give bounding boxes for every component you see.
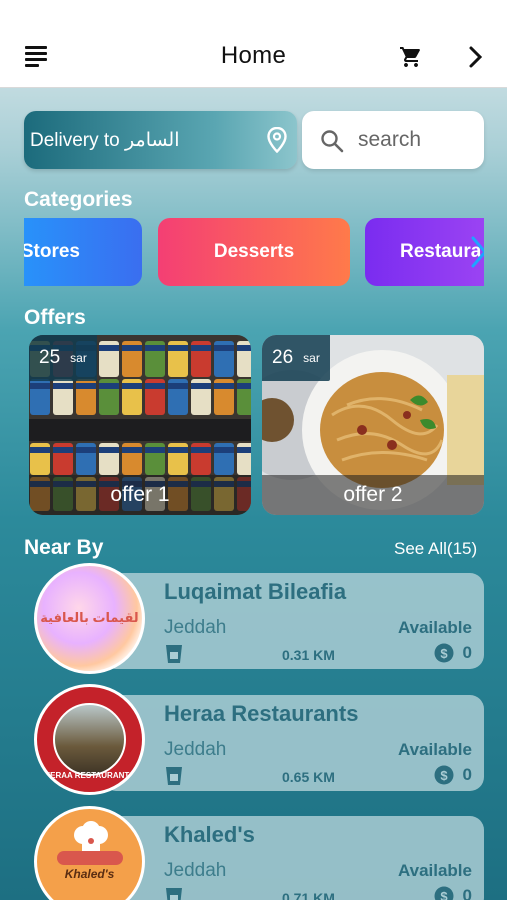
nearby-heading: Near By [24, 536, 104, 559]
restaurant-logo: لقيمات بالعافية [34, 563, 145, 674]
cup-icon [166, 888, 182, 900]
delivery-fee: 0 [462, 643, 472, 662]
category-stores[interactable]: Stores [24, 218, 142, 286]
dollar-coin-icon: $ [434, 765, 454, 785]
delivery-fee: 0 [462, 886, 472, 900]
svg-text:$: $ [440, 768, 448, 783]
offer-price: 26 [272, 347, 294, 368]
price-tag: 25 sar [29, 335, 97, 381]
top-app-bar: Home [0, 0, 507, 88]
logo-text: لقيمات بالعافية [40, 610, 139, 625]
see-all-link[interactable]: See All(15) [394, 539, 477, 559]
restaurant-city: Jeddah [164, 860, 227, 881]
offer-card[interactable]: 25 sar offer 1 [29, 335, 251, 515]
offer-price: 25 [39, 347, 61, 368]
restaurant-card[interactable]: Heraa Restaurants Jeddah Available 0.65 … [102, 695, 484, 791]
dollar-coin-icon: $ [434, 643, 454, 663]
offer-currency: sar [303, 351, 320, 365]
search-input[interactable] [358, 125, 478, 155]
location-pin-icon [267, 127, 287, 153]
availability-status: Available [397, 740, 472, 759]
delivery-label: Delivery to السامر [30, 129, 180, 151]
logo-text: Khaled's [64, 867, 115, 881]
category-label: Stores [24, 241, 80, 262]
category-label: Desserts [213, 241, 295, 262]
chevron-right-icon[interactable] [467, 232, 484, 272]
cup-icon [166, 645, 182, 663]
offer-card[interactable]: 26 sar offer 2 [262, 335, 484, 515]
category-desserts[interactable]: Desserts [158, 218, 350, 286]
chevron-right-icon[interactable] [466, 45, 486, 69]
search-icon [321, 130, 344, 153]
offer-title: offer 1 [29, 475, 251, 515]
page-title: Home [220, 42, 287, 69]
restaurant-city: Jeddah [164, 739, 227, 760]
restaurant-name: Luqaimat Bileafia [164, 579, 347, 604]
offer-title: offer 2 [262, 475, 484, 515]
svg-text:$: $ [440, 646, 448, 661]
availability-status: Available [397, 618, 472, 637]
svg-text:$: $ [440, 889, 448, 900]
restaurant-card[interactable]: Khaled's Jeddah Available 0.71 KM $ 0 [102, 816, 484, 900]
delivery-fee: 0 [462, 765, 472, 784]
offers-heading: Offers [24, 306, 86, 329]
cup-icon [166, 767, 182, 785]
search-box[interactable] [302, 111, 484, 169]
dollar-coin-icon: $ [434, 886, 454, 900]
delivery-location-button[interactable]: Delivery to السامر [24, 111, 297, 169]
restaurant-name: Heraa Restaurants [164, 701, 359, 726]
restaurant-name: Khaled's [164, 822, 255, 847]
restaurant-distance: 0.65 KM [282, 769, 335, 785]
categories-heading: Categories [24, 188, 133, 211]
restaurant-distance: 0.31 KM [282, 647, 335, 663]
offer-currency: sar [70, 351, 87, 365]
restaurant-logo: HERAA RESTAURANTS [34, 684, 145, 795]
restaurant-card[interactable]: Luqaimat Bileafia Jeddah Available 0.31 … [102, 573, 484, 669]
restaurant-city: Jeddah [164, 617, 227, 638]
chef-hat-icon [74, 821, 108, 851]
availability-status: Available [397, 861, 472, 880]
categories-carousel[interactable]: Stores Desserts Restaura [24, 218, 484, 286]
logo-text: HERAA RESTAURANTS [44, 771, 135, 780]
restaurant-distance: 0.71 KM [282, 890, 335, 900]
cart-icon[interactable] [398, 45, 424, 69]
price-tag: 26 sar [262, 335, 330, 381]
